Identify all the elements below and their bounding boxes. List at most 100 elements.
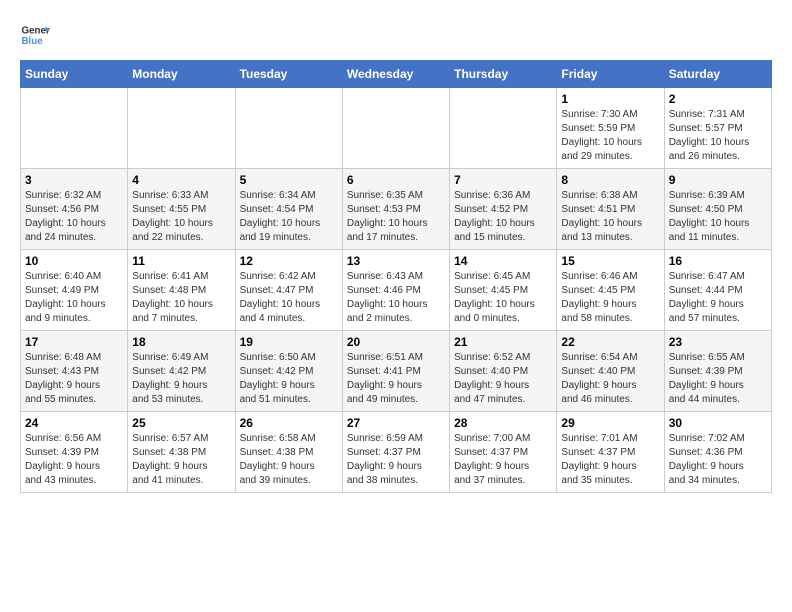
calendar-cell [21, 88, 128, 169]
day-info: Sunrise: 6:52 AMSunset: 4:40 PMDaylight:… [454, 351, 552, 407]
calendar-cell: 2Sunrise: 7:31 AMSunset: 5:57 PMDaylight… [664, 88, 771, 169]
weekday-header: Tuesday [235, 61, 342, 88]
day-info: Sunrise: 6:55 AMSunset: 4:39 PMDaylight:… [669, 351, 767, 407]
day-number: 17 [25, 335, 123, 349]
day-number: 21 [454, 335, 552, 349]
calendar-week-row: 3Sunrise: 6:32 AMSunset: 4:56 PMDaylight… [21, 169, 772, 250]
day-number: 18 [132, 335, 230, 349]
day-info: Sunrise: 7:02 AMSunset: 4:36 PMDaylight:… [669, 432, 767, 488]
weekday-header: Thursday [450, 61, 557, 88]
calendar-week-row: 1 Sunrise: 7:30 AMSunset: 5:59 PMDaylight… [21, 88, 772, 169]
day-info: Sunrise: 6:58 AMSunset: 4:38 PMDaylight:… [240, 432, 338, 488]
day-number: 13 [347, 254, 445, 268]
calendar-cell [128, 88, 235, 169]
calendar-header: SundayMondayTuesdayWednesdayThursdayFrid… [21, 61, 772, 88]
day-number: 4 [132, 173, 230, 187]
calendar-cell: 13 Sunrise: 6:43 AMSunset: 4:46 PMDayligh… [342, 250, 449, 331]
day-number: 29 [561, 416, 659, 430]
day-info: Sunrise: 6:39 AMSunset: 4:50 PMDaylight:… [669, 189, 767, 245]
calendar-cell [450, 88, 557, 169]
logo-icon: General Blue [20, 20, 50, 50]
day-number: 12 [240, 254, 338, 268]
calendar-cell: 15Sunrise: 6:46 AMSunset: 4:45 PMDayligh… [557, 250, 664, 331]
calendar-cell: 20 Sunrise: 6:51 AMSunset: 4:41 PMDayligh… [342, 331, 449, 412]
day-number: 2 [669, 92, 767, 106]
calendar-week-row: 17 Sunrise: 6:48 AMSunset: 4:43 PMDayligh… [21, 331, 772, 412]
day-info: Sunrise: 6:34 AMSunset: 4:54 PMDaylight:… [240, 189, 338, 245]
day-number: 25 [132, 416, 230, 430]
day-info: Sunrise: 6:56 AMSunset: 4:39 PMDaylight:… [25, 432, 123, 488]
day-info: Sunrise: 6:49 AMSunset: 4:42 PMDaylight:… [132, 351, 230, 407]
day-number: 8 [561, 173, 659, 187]
day-number: 28 [454, 416, 552, 430]
calendar-cell: 21 Sunrise: 6:52 AMSunset: 4:40 PMDayligh… [450, 331, 557, 412]
weekday-header: Saturday [664, 61, 771, 88]
day-info: Sunrise: 6:32 AMSunset: 4:56 PMDaylight:… [25, 189, 123, 245]
day-number: 11 [132, 254, 230, 268]
calendar-cell: 18 Sunrise: 6:49 AMSunset: 4:42 PMDayligh… [128, 331, 235, 412]
day-info: Sunrise: 6:59 AMSunset: 4:37 PMDaylight:… [347, 432, 445, 488]
day-number: 24 [25, 416, 123, 430]
weekday-header: Monday [128, 61, 235, 88]
calendar-cell: 8Sunrise: 6:38 AMSunset: 4:51 PMDaylight… [557, 169, 664, 250]
calendar-cell: 3Sunrise: 6:32 AMSunset: 4:56 PMDaylight… [21, 169, 128, 250]
day-info: Sunrise: 6:51 AMSunset: 4:41 PMDaylight:… [347, 351, 445, 407]
day-number: 23 [669, 335, 767, 349]
weekday-header-row: SundayMondayTuesdayWednesdayThursdayFrid… [21, 61, 772, 88]
day-number: 6 [347, 173, 445, 187]
calendar-cell: 10 Sunrise: 6:40 AMSunset: 4:49 PMDayligh… [21, 250, 128, 331]
calendar-cell: 23 Sunrise: 6:55 AMSunset: 4:39 PMDayligh… [664, 331, 771, 412]
calendar-cell: 26Sunrise: 6:58 AMSunset: 4:38 PMDayligh… [235, 412, 342, 493]
day-info: Sunrise: 6:36 AMSunset: 4:52 PMDaylight:… [454, 189, 552, 245]
day-info: Sunrise: 6:48 AMSunset: 4:43 PMDaylight:… [25, 351, 123, 407]
day-info: Sunrise: 6:54 AMSunset: 4:40 PMDaylight:… [561, 351, 659, 407]
calendar-cell: 9 Sunrise: 6:39 AMSunset: 4:50 PMDaylight… [664, 169, 771, 250]
calendar-body: 1 Sunrise: 7:30 AMSunset: 5:59 PMDaylight… [21, 88, 772, 493]
day-info: Sunrise: 6:45 AMSunset: 4:45 PMDaylight:… [454, 270, 552, 326]
day-number: 15 [561, 254, 659, 268]
day-info: Sunrise: 7:00 AMSunset: 4:37 PMDaylight:… [454, 432, 552, 488]
calendar-cell: 22Sunrise: 6:54 AMSunset: 4:40 PMDayligh… [557, 331, 664, 412]
day-info: Sunrise: 6:42 AMSunset: 4:47 PMDaylight:… [240, 270, 338, 326]
day-number: 16 [669, 254, 767, 268]
day-info: Sunrise: 7:30 AMSunset: 5:59 PMDaylight:… [561, 108, 659, 164]
day-info: Sunrise: 6:33 AMSunset: 4:55 PMDaylight:… [132, 189, 230, 245]
day-number: 1 [561, 92, 659, 106]
day-number: 27 [347, 416, 445, 430]
calendar-cell: 1 Sunrise: 7:30 AMSunset: 5:59 PMDaylight… [557, 88, 664, 169]
calendar-cell: 14 Sunrise: 6:45 AMSunset: 4:45 PMDayligh… [450, 250, 557, 331]
calendar-cell: 29 Sunrise: 7:01 AMSunset: 4:37 PMDayligh… [557, 412, 664, 493]
header: General Blue [20, 20, 772, 50]
calendar-cell: 5 Sunrise: 6:34 AMSunset: 4:54 PMDaylight… [235, 169, 342, 250]
calendar-cell [342, 88, 449, 169]
day-number: 14 [454, 254, 552, 268]
day-number: 5 [240, 173, 338, 187]
calendar-week-row: 10 Sunrise: 6:40 AMSunset: 4:49 PMDayligh… [21, 250, 772, 331]
calendar-cell: 4 Sunrise: 6:33 AMSunset: 4:55 PMDaylight… [128, 169, 235, 250]
calendar-cell: 27 Sunrise: 6:59 AMSunset: 4:37 PMDayligh… [342, 412, 449, 493]
day-number: 10 [25, 254, 123, 268]
day-info: Sunrise: 6:50 AMSunset: 4:42 PMDaylight:… [240, 351, 338, 407]
calendar-cell [235, 88, 342, 169]
day-info: Sunrise: 6:35 AMSunset: 4:53 PMDaylight:… [347, 189, 445, 245]
calendar-cell: 7 Sunrise: 6:36 AMSunset: 4:52 PMDaylight… [450, 169, 557, 250]
day-number: 30 [669, 416, 767, 430]
day-number: 20 [347, 335, 445, 349]
svg-text:Blue: Blue [22, 36, 44, 47]
calendar-week-row: 24 Sunrise: 6:56 AMSunset: 4:39 PMDayligh… [21, 412, 772, 493]
weekday-header: Sunday [21, 61, 128, 88]
weekday-header: Wednesday [342, 61, 449, 88]
calendar-cell: 16 Sunrise: 6:47 AMSunset: 4:44 PMDayligh… [664, 250, 771, 331]
calendar-cell: 12 Sunrise: 6:42 AMSunset: 4:47 PMDayligh… [235, 250, 342, 331]
logo: General Blue [20, 20, 50, 50]
day-number: 9 [669, 173, 767, 187]
day-info: Sunrise: 6:40 AMSunset: 4:49 PMDaylight:… [25, 270, 123, 326]
calendar-cell: 6 Sunrise: 6:35 AMSunset: 4:53 PMDaylight… [342, 169, 449, 250]
day-info: Sunrise: 6:47 AMSunset: 4:44 PMDaylight:… [669, 270, 767, 326]
day-info: Sunrise: 7:01 AMSunset: 4:37 PMDaylight:… [561, 432, 659, 488]
day-info: Sunrise: 6:41 AMSunset: 4:48 PMDaylight:… [132, 270, 230, 326]
calendar-cell: 30 Sunrise: 7:02 AMSunset: 4:36 PMDayligh… [664, 412, 771, 493]
day-number: 7 [454, 173, 552, 187]
day-info: Sunrise: 6:43 AMSunset: 4:46 PMDaylight:… [347, 270, 445, 326]
calendar-cell: 28 Sunrise: 7:00 AMSunset: 4:37 PMDayligh… [450, 412, 557, 493]
